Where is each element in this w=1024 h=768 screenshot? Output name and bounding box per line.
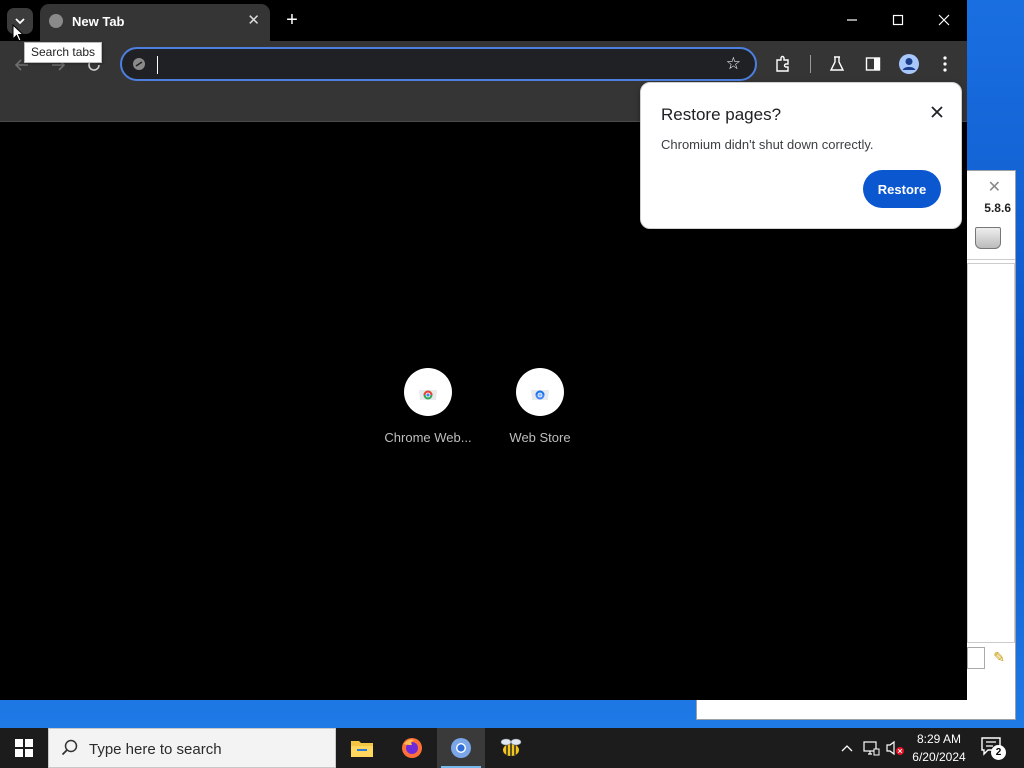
puzzle-icon [776, 55, 789, 72]
extensions-button[interactable] [772, 53, 794, 75]
firefox-icon [402, 738, 422, 758]
tab-close-icon[interactable]: ✕ [247, 11, 260, 29]
volume-button[interactable] [884, 728, 906, 768]
side-panel-button[interactable] [862, 53, 884, 75]
notification-count-badge: 2 [991, 745, 1006, 760]
tooltip-search-tabs: Search tabs [24, 42, 103, 63]
taskbar-firefox[interactable] [388, 728, 436, 768]
clock[interactable]: 8:29 AM 6/20/2024 [906, 730, 972, 766]
kebab-menu-icon [943, 56, 947, 72]
tab-strip: New Tab ✕ + [0, 0, 967, 41]
clock-date: 6/20/2024 [912, 750, 966, 764]
tab-title: New Tab [72, 14, 125, 29]
background-window-panel [967, 263, 1015, 643]
network-status-button[interactable] [860, 728, 882, 768]
close-icon [938, 14, 950, 26]
address-input[interactable] [160, 53, 710, 77]
divider [967, 259, 1015, 260]
search-placeholder: Type here to search [89, 741, 222, 758]
dialog-message: Chromium didn't shut down correctly. [661, 137, 874, 152]
chevron-up-icon [841, 745, 853, 752]
dialog-title: Restore pages? [661, 105, 782, 124]
start-button[interactable] [0, 728, 48, 768]
shortcut-web-store[interactable]: Web Store [485, 368, 595, 445]
notification-center-button[interactable]: 2 [980, 736, 1006, 760]
clock-time: 8:29 AM [916, 732, 962, 746]
network-icon [863, 741, 880, 756]
globe-icon [49, 14, 63, 28]
labs-button[interactable] [826, 53, 848, 75]
side-panel-icon [865, 57, 881, 71]
bee-app-icon [500, 738, 522, 756]
maximize-icon [892, 14, 904, 26]
flask-icon [829, 56, 845, 71]
toolbar: ☆ [0, 41, 967, 87]
menu-button[interactable] [934, 53, 956, 75]
minimize-icon [847, 19, 857, 21]
volume-muted-icon [886, 740, 904, 756]
close-window-button[interactable] [924, 6, 964, 34]
chromium-icon [451, 738, 471, 758]
address-bar[interactable]: ☆ [120, 47, 757, 81]
restore-button[interactable]: Restore [863, 170, 941, 208]
background-window-field[interactable] [967, 647, 985, 669]
web-store-icon [516, 368, 564, 416]
tab-new-tab[interactable]: New Tab ✕ [40, 4, 270, 41]
bookmark-star-icon[interactable]: ☆ [726, 55, 741, 73]
shortcut-chrome-web-store[interactable]: Chrome Web... [373, 368, 483, 445]
avatar-icon [899, 54, 919, 74]
search-icon [61, 739, 78, 756]
background-window-version: 5.8.6 [984, 201, 1011, 215]
trash-icon[interactable] [975, 227, 1001, 249]
windows-logo-icon [15, 739, 33, 757]
taskbar-file-explorer[interactable] [338, 728, 386, 768]
chrome-web-store-icon [404, 368, 452, 416]
taskbar-app-bee[interactable] [487, 728, 535, 768]
broom-icon[interactable]: ✎ [993, 649, 1005, 666]
dialog-close-icon[interactable] [931, 103, 943, 121]
maximize-button[interactable] [878, 6, 918, 34]
taskbar-chromium[interactable] [437, 728, 485, 768]
toolbar-divider [810, 55, 811, 73]
shortcut-label: Web Store [509, 430, 571, 445]
background-window-close-icon[interactable]: ✕ [988, 177, 1001, 197]
mouse-cursor-icon [12, 24, 24, 42]
show-hidden-icons-button[interactable] [838, 728, 856, 768]
site-info-icon [133, 58, 145, 70]
taskbar-search[interactable]: Type here to search [48, 728, 336, 768]
profile-button[interactable] [898, 53, 920, 75]
folder-icon [351, 741, 373, 757]
text-caret [157, 56, 158, 74]
new-tab-button[interactable]: + [282, 8, 302, 32]
restore-pages-dialog: Restore pages? Chromium didn't shut down… [640, 82, 962, 229]
shortcut-label: Chrome Web... [384, 430, 472, 445]
minimize-button[interactable] [832, 6, 872, 34]
taskbar: Type here to search 8:29 AM 6/20/2024 2 [0, 728, 1024, 768]
